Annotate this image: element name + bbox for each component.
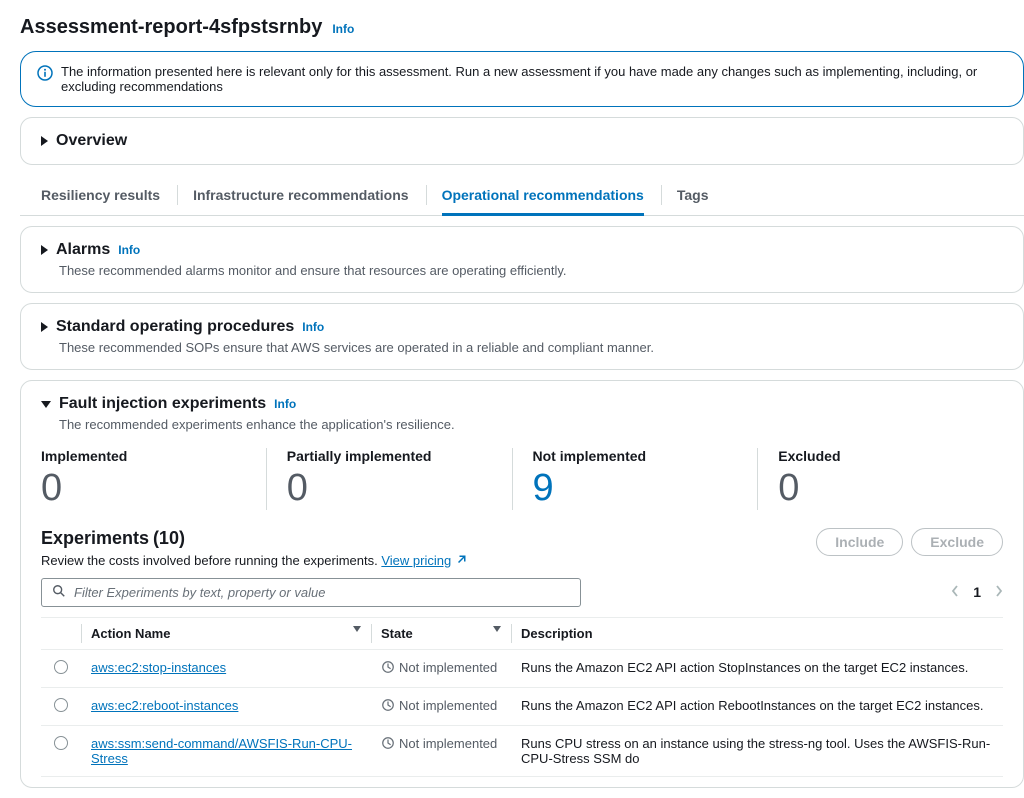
- table-row: aws:ec2:stop-instances Not implemented Run…: [41, 649, 1003, 687]
- pager-page: 1: [973, 584, 981, 600]
- info-banner-text: The information presented here is releva…: [61, 64, 1007, 94]
- page-title: Assessment-report-4sfpstsrnby: [20, 16, 322, 39]
- row-radio[interactable]: [54, 736, 68, 750]
- alarms-title: Alarms: [56, 241, 110, 259]
- stat-not-value[interactable]: 9: [533, 468, 738, 510]
- sort-icon: [493, 626, 501, 632]
- clock-icon: [381, 698, 395, 712]
- page-info-link[interactable]: Info: [332, 22, 354, 36]
- alarms-panel[interactable]: Alarms Info These recommended alarms mon…: [20, 226, 1024, 293]
- sop-panel[interactable]: Standard operating procedures Info These…: [20, 303, 1024, 370]
- fault-info-link[interactable]: Info: [274, 397, 296, 411]
- sop-info-link[interactable]: Info: [302, 320, 324, 334]
- row-radio[interactable]: [54, 698, 68, 712]
- caret-right-icon: [41, 136, 48, 146]
- stat-not-label: Not implemented: [533, 448, 738, 464]
- clock-icon: [381, 736, 395, 750]
- stat-excluded-label: Excluded: [778, 448, 983, 464]
- pager-prev[interactable]: [951, 584, 959, 600]
- experiments-subtext: Review the costs involved before running…: [41, 553, 381, 568]
- col-description: Description: [511, 617, 1003, 649]
- alarms-desc: These recommended alarms monitor and ens…: [59, 263, 1003, 278]
- experiments-count: (10): [153, 528, 185, 548]
- stat-excluded-value: 0: [778, 468, 983, 510]
- tab-tags[interactable]: Tags: [676, 175, 709, 215]
- external-link-icon: [455, 554, 467, 566]
- tabs: Resiliency results Infrastructure recomm…: [20, 175, 1024, 216]
- fault-title: Fault injection experiments: [59, 395, 266, 413]
- sort-icon: [353, 626, 361, 632]
- filter-input[interactable]: [74, 585, 570, 600]
- description-text: Runs the Amazon EC2 API action RebootIns…: [511, 687, 1003, 725]
- row-radio[interactable]: [54, 660, 68, 674]
- view-pricing-link[interactable]: View pricing: [381, 553, 451, 568]
- search-icon: [52, 584, 66, 601]
- overview-title: Overview: [56, 132, 127, 150]
- pager-next[interactable]: [995, 584, 1003, 600]
- stats-row: Implemented 0 Partially implemented 0 No…: [41, 448, 1003, 510]
- caret-right-icon: [41, 245, 48, 255]
- caret-down-icon: [41, 401, 51, 408]
- info-banner: The information presented here is releva…: [20, 51, 1024, 107]
- fault-injection-panel: Fault injection experiments Info The rec…: [20, 380, 1024, 788]
- stat-partial-label: Partially implemented: [287, 448, 492, 464]
- clock-icon: [381, 660, 395, 674]
- tab-infrastructure-recommendations[interactable]: Infrastructure recommendations: [192, 175, 409, 215]
- fault-desc: The recommended experiments enhance the …: [59, 417, 1003, 432]
- table-row: aws:ec2:reboot-instances Not implemented R…: [41, 687, 1003, 725]
- description-text: Runs the Amazon EC2 API action StopInsta…: [511, 649, 1003, 687]
- overview-panel[interactable]: Overview: [20, 117, 1024, 165]
- action-link[interactable]: aws:ec2:reboot-instances: [91, 698, 238, 713]
- description-text: Runs CPU stress on an instance using the…: [511, 725, 1003, 776]
- col-state[interactable]: State: [371, 617, 511, 649]
- exclude-button[interactable]: Exclude: [911, 528, 1003, 556]
- pagination: 1: [951, 584, 1003, 600]
- include-button[interactable]: Include: [816, 528, 903, 556]
- sop-desc: These recommended SOPs ensure that AWS s…: [59, 340, 1003, 355]
- table-row: aws:ssm:send-command/AWSFIS-Run-CPU-Stre…: [41, 725, 1003, 776]
- experiments-table: Action Name State Description aws:ec2:st…: [41, 617, 1003, 777]
- tab-resiliency-results[interactable]: Resiliency results: [40, 175, 160, 215]
- stat-partial-value: 0: [287, 468, 492, 510]
- sop-title: Standard operating procedures: [56, 318, 294, 336]
- action-link[interactable]: aws:ssm:send-command/AWSFIS-Run-CPU-Stre…: [91, 736, 352, 766]
- action-link[interactable]: aws:ec2:stop-instances: [91, 660, 226, 675]
- alarms-info-link[interactable]: Info: [118, 243, 140, 257]
- caret-right-icon: [41, 322, 48, 332]
- fault-injection-header[interactable]: Fault injection experiments Info: [41, 395, 1003, 413]
- state-text: Not implemented: [399, 660, 497, 675]
- info-icon: [37, 65, 53, 84]
- stat-implemented-value: 0: [41, 468, 246, 510]
- col-action-name[interactable]: Action Name: [81, 617, 371, 649]
- filter-box[interactable]: [41, 578, 581, 607]
- state-text: Not implemented: [399, 698, 497, 713]
- experiments-title: Experiments: [41, 528, 149, 548]
- state-text: Not implemented: [399, 736, 497, 751]
- stat-implemented-label: Implemented: [41, 448, 246, 464]
- tab-operational-recommendations[interactable]: Operational recommendations: [441, 175, 644, 215]
